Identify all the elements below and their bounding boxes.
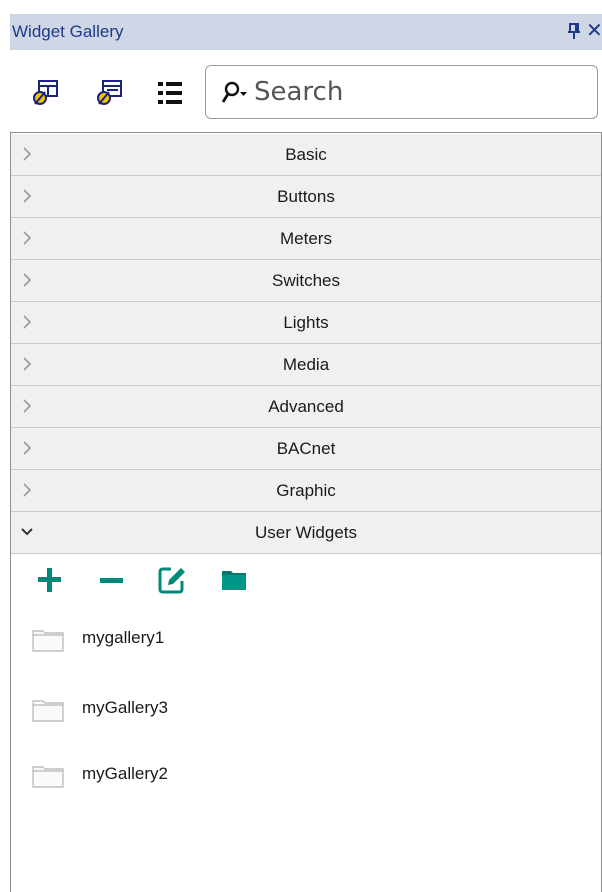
category-basic[interactable]: Basic [11, 134, 601, 176]
gallery-item-mygallery2[interactable]: myGallery2 [32, 760, 332, 790]
search-box[interactable] [205, 65, 598, 119]
category-lights[interactable]: Lights [11, 302, 601, 344]
category-graphic[interactable]: Graphic [11, 470, 601, 512]
search-input[interactable] [254, 74, 584, 110]
category-label: Lights [283, 313, 329, 332]
category-label: Graphic [276, 481, 336, 500]
folder-icon [32, 700, 64, 722]
category-bacnet[interactable]: BACnet [11, 428, 601, 470]
category-switches[interactable]: Switches [11, 260, 601, 302]
category-label: Switches [271, 271, 341, 290]
plus-icon[interactable] [35, 565, 65, 595]
category-label: Media [282, 355, 330, 374]
search-icon[interactable] [220, 80, 248, 106]
gallery-label: mygallery1 [82, 628, 165, 647]
pin-icon[interactable] [566, 22, 582, 40]
panel-title: Widget Gallery [12, 22, 124, 41]
gallery-item-mygallery1[interactable]: mygallery1 [32, 624, 332, 654]
category-meters[interactable]: Meters [11, 218, 601, 260]
category-label: Basic [285, 145, 327, 164]
edit-widget-icon[interactable] [95, 78, 125, 108]
category-buttons[interactable]: Buttons [11, 176, 601, 218]
panel-title-bar: Widget Gallery ✕ [10, 14, 602, 50]
edit-icon[interactable] [157, 565, 187, 595]
category-label: BACnet [276, 439, 336, 458]
category-user-widgets[interactable]: User Widgets [11, 512, 601, 554]
list-view-icon[interactable] [155, 78, 185, 108]
gallery-label: myGallery2 [82, 764, 168, 783]
category-label: Meters [280, 229, 332, 248]
folder-icon[interactable] [219, 565, 249, 595]
category-advanced[interactable]: Advanced [11, 386, 601, 428]
category-label: User Widgets [254, 523, 358, 542]
category-label: Buttons [277, 187, 335, 206]
category-label: Advanced [268, 397, 344, 416]
minus-icon[interactable] [97, 565, 127, 595]
folder-icon [32, 630, 64, 652]
add-widget-icon[interactable] [31, 78, 61, 108]
gallery-item-mygallery3[interactable]: myGallery3 [32, 694, 332, 724]
close-icon[interactable]: ✕ [586, 21, 602, 41]
category-media[interactable]: Media [11, 344, 601, 386]
widget-gallery-panel: Widget Gallery ✕ Search Basic Buttons Me… [0, 0, 602, 892]
gallery-label: myGallery3 [82, 698, 168, 717]
folder-icon [32, 766, 64, 788]
